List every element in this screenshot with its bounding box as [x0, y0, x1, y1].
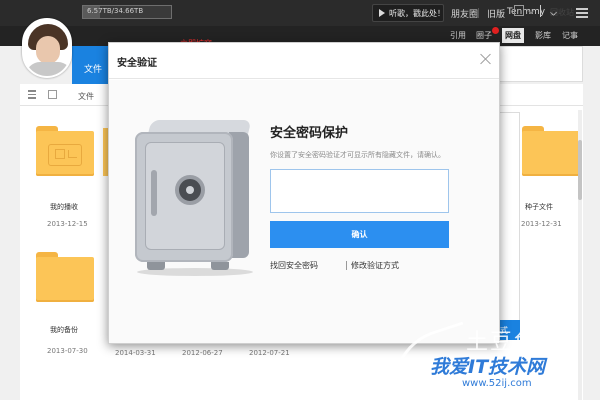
avatar-face: [36, 36, 60, 64]
sort-icon[interactable]: [514, 5, 524, 16]
files-breadcrumb[interactable]: 文件: [78, 91, 94, 102]
folder-icon[interactable]: [36, 252, 94, 302]
tab-netdisk[interactable]: 网盘: [502, 28, 524, 43]
folder-name[interactable]: 我的播收: [50, 202, 78, 212]
safe-foot: [147, 262, 165, 270]
tab-film-library[interactable]: 影库: [535, 30, 551, 41]
change-verification-link[interactable]: 修改验证方式: [351, 260, 399, 271]
safe-handle: [151, 170, 157, 216]
folder-date: 2013-12-31: [521, 220, 562, 228]
safe-dial-center: [186, 186, 194, 194]
retrieve-password-link[interactable]: 找回安全密码: [270, 260, 318, 271]
play-icon: [379, 9, 385, 17]
close-icon[interactable]: [479, 52, 493, 66]
avatar-shirt: [26, 62, 70, 76]
folder-date: 2012-07-21: [249, 349, 290, 357]
watermark-url: www.52ij.com: [462, 378, 532, 389]
folder-icon[interactable]: [522, 126, 580, 176]
scrollbar-thumb[interactable]: [578, 140, 582, 200]
safe-foot: [211, 262, 229, 270]
folder-date: 2013-12-15: [47, 220, 88, 228]
folder-date: 2012-06-27: [182, 349, 223, 357]
select-all-checkbox[interactable]: [48, 90, 57, 99]
folder-body: [522, 131, 580, 176]
dialog-header: 安全验证: [109, 43, 499, 79]
music-play-button[interactable]: 听歌，戳此处！: [372, 4, 445, 22]
music-play-label: 听歌，戳此处！: [389, 9, 445, 18]
top-bar: 6.57TB/34.66TB 听歌，戳此处！ 朋友圈 旧版 Tenmmy: [0, 0, 600, 26]
storage-quota-text: 6.57TB/34.66TB: [87, 7, 144, 15]
security-verification-dialog: 安全验证 安全密码保护 你设置了安全密码验证才可显示所有隐藏文件，请确认。 确认…: [108, 42, 500, 344]
link-separator: [346, 261, 347, 270]
top-link-friends[interactable]: 朋友圈: [451, 7, 478, 20]
tab-notes[interactable]: 记事: [562, 30, 578, 41]
menu-icon[interactable]: [28, 90, 36, 99]
dialog-title: 安全验证: [117, 58, 157, 69]
toolbar-separator: [540, 5, 541, 17]
tab-quote[interactable]: 引用: [450, 30, 466, 41]
header-panel: [495, 46, 583, 82]
top-separator: [478, 8, 479, 18]
folder-name[interactable]: 种子文件: [525, 202, 553, 212]
top-link-old-version[interactable]: 旧版: [487, 7, 505, 20]
folder-body: [36, 257, 94, 302]
avatar[interactable]: [22, 18, 72, 78]
storage-quota-bar: 6.57TB/34.66TB: [82, 5, 172, 19]
folder-date: 2013-07-30: [47, 347, 88, 355]
notification-dot-icon: [492, 27, 499, 34]
folder-icon[interactable]: [36, 126, 94, 176]
recycle-bin-link[interactable]: 回收站: [550, 7, 574, 18]
menu-icon[interactable]: [576, 8, 588, 18]
watermark-text: 我爱IT技术网: [430, 356, 546, 378]
safe-icon: [133, 118, 253, 278]
password-protection-heading: 安全密码保护: [270, 126, 349, 141]
tab-circle[interactable]: 圈子: [476, 30, 492, 41]
watermark: 土豆兔 我爱IT技术网 www.52ij.com: [370, 318, 600, 400]
confirm-button[interactable]: 确认: [270, 221, 449, 248]
security-password-input[interactable]: [270, 169, 449, 213]
folder-date: 2014-03-31: [115, 349, 156, 357]
folder-name[interactable]: 我的备份: [50, 325, 78, 335]
files-tab-label[interactable]: 文件: [84, 62, 102, 75]
password-protection-description: 你设置了安全密码验证才可显示所有隐藏文件，请确认。: [270, 151, 445, 159]
dialog-body: 安全密码保护 你设置了安全密码验证才可显示所有隐藏文件，请确认。 确认 找回安全…: [109, 80, 499, 343]
gift-icon: [48, 144, 82, 166]
